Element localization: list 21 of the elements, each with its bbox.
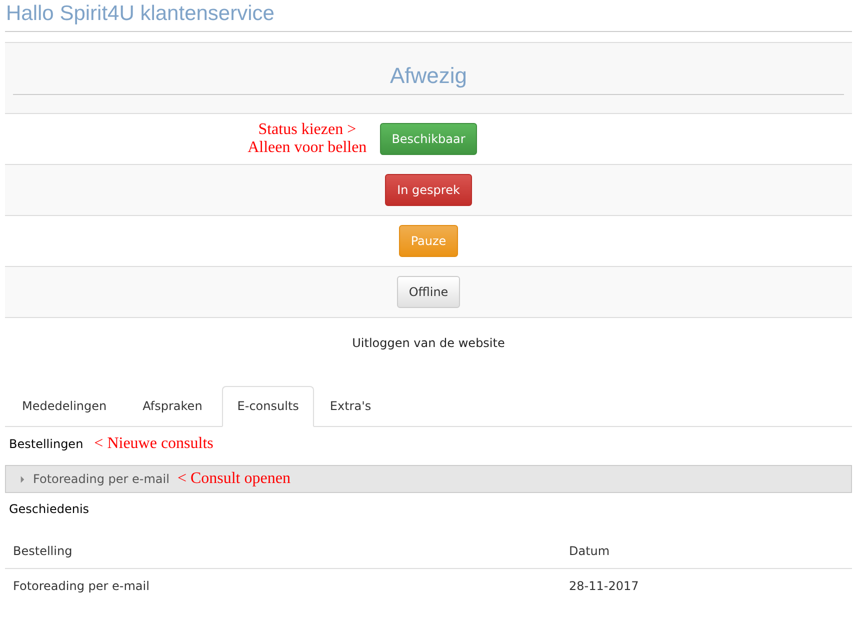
status-button[interactable]: In gesprek xyxy=(385,174,472,206)
annotation-text: < Consult openen xyxy=(177,470,290,488)
annotation-text: < Nieuwe consults xyxy=(94,435,214,453)
accordion-label: Fotoreading per e-mail xyxy=(33,472,170,486)
table-cell: Fotoreading per e-mail xyxy=(5,568,561,603)
tab[interactable]: E-consults xyxy=(222,386,314,427)
logout-link[interactable]: Uitloggen van de website xyxy=(352,336,505,350)
tab[interactable]: Extra's xyxy=(314,386,388,427)
tab[interactable]: Mededelingen xyxy=(6,386,123,427)
annotation-text: Status kiezen > xyxy=(257,121,358,139)
column-header: Bestelling xyxy=(5,536,561,568)
status-button[interactable]: Offline xyxy=(396,276,460,308)
table-cell: 28-11-2017 xyxy=(561,568,852,603)
section-heading: Geschiedenis xyxy=(8,501,90,516)
annotation-text: Alleen voor bellen xyxy=(248,139,367,157)
tab[interactable]: Afspraken xyxy=(122,386,222,427)
accordion-header[interactable]: Fotoreading per e-mail < Consult openen xyxy=(5,465,852,493)
section-heading: Bestellingen xyxy=(9,437,84,451)
current-status: Afwezig xyxy=(13,63,844,95)
column-header: Datum xyxy=(561,536,852,568)
page-title: Hallo Spirit4U klantenservice xyxy=(5,0,852,32)
